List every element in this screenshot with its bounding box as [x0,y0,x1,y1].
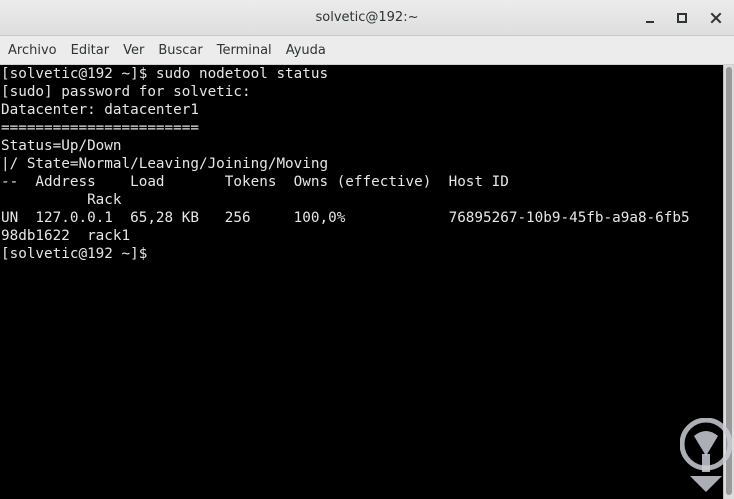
menu-buscar[interactable]: Buscar [151,36,209,65]
terminal-line: [sudo] password for solvetic: [1,84,251,100]
terminal-prompt-line: [solvetic@192 ~]$ [1,246,148,262]
title-bar: solvetic@192:~ [0,0,734,36]
terminal-line: 98db1622 rack1 [1,228,131,244]
maximize-button[interactable] [672,8,692,28]
menu-archivo[interactable]: Archivo [0,36,64,65]
close-icon [710,12,722,24]
window-title: solvetic@192:~ [315,10,419,25]
terminal-output[interactable]: [solvetic@192 ~]$ sudo nodetool status [… [0,65,723,499]
close-button[interactable] [706,8,726,28]
terminal-line: UN 127.0.0.1 65,28 KB 256 100,0% 7689526… [1,210,690,226]
terminal-window: solvetic@192:~ Archivo Editar Ver Buscar… [0,0,734,499]
menu-ayuda[interactable]: Ayuda [279,36,333,65]
minimize-button[interactable] [640,8,660,28]
menu-bar: Archivo Editar Ver Buscar Terminal Ayuda [0,36,734,65]
solvetic-logo [680,418,732,492]
terminal-line: Rack [1,192,122,208]
terminal-line: [solvetic@192 ~]$ sudo nodetool status [1,66,329,82]
minimize-icon [646,21,654,23]
menu-ver[interactable]: Ver [116,36,151,65]
terminal-line: Status=Up/Down [1,138,122,154]
terminal-line: -- Address Load Tokens Owns (effective) … [1,174,509,190]
maximize-icon [677,13,687,23]
terminal-line: ======================= [1,120,199,136]
terminal-line: Datacenter: datacenter1 [1,102,199,118]
terminal-line: |/ State=Normal/Leaving/Joining/Moving [1,156,329,172]
menu-terminal[interactable]: Terminal [210,36,279,65]
menu-editar[interactable]: Editar [64,36,117,65]
